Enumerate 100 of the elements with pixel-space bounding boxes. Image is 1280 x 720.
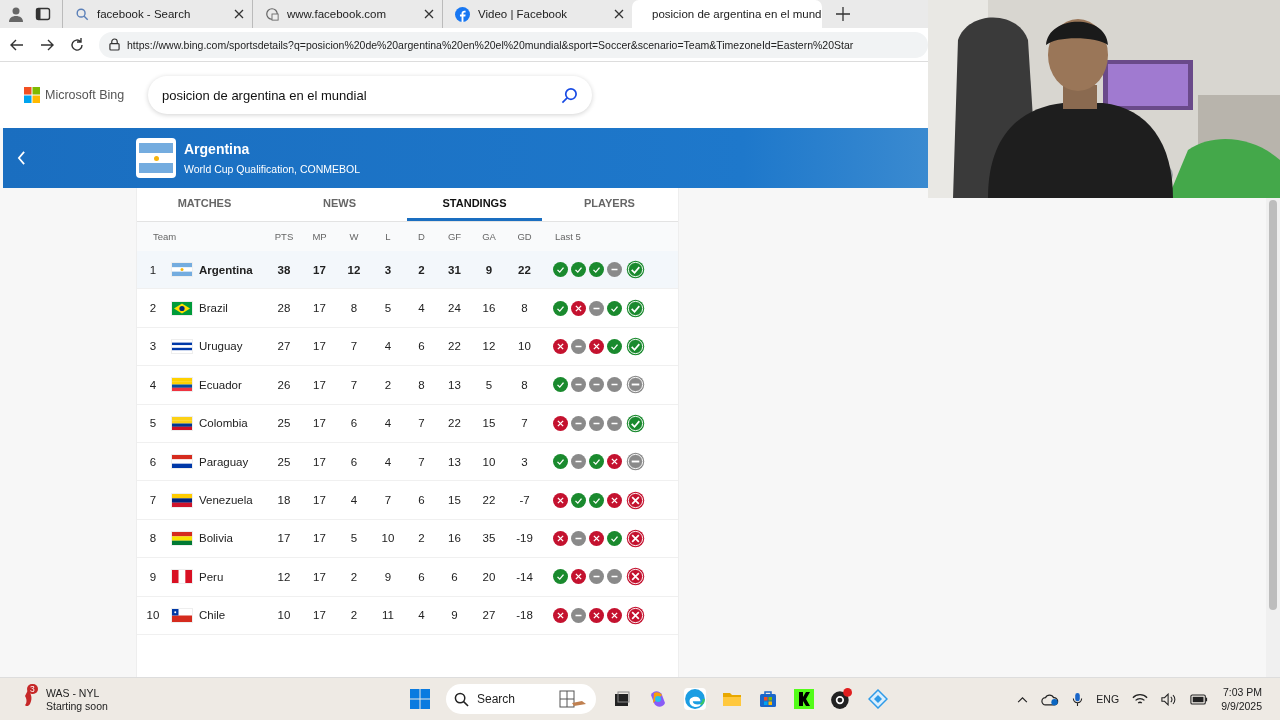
standings-row[interactable]: 4 Ecuador 26 17 7 2 8 13 5 8 — [137, 366, 678, 405]
battery-icon[interactable] — [1190, 693, 1209, 705]
standings-row[interactable]: 9 Peru 12 17 2 9 6 6 20 -14 — [137, 558, 678, 597]
table-cell-text: 17 — [312, 532, 327, 545]
flag-icon — [170, 415, 193, 431]
column-header: Last 5 — [554, 231, 582, 242]
table-cell-text: 10 — [517, 340, 532, 353]
standings-row[interactable]: 1 Argentina 38 17 12 3 2 31 9 22 — [137, 251, 678, 290]
flag-icon — [170, 454, 193, 470]
copilot-icon[interactable] — [648, 689, 668, 709]
section-tab[interactable]: MATCHES — [137, 188, 272, 221]
browser-app-icon[interactable] — [684, 688, 706, 710]
section-tab[interactable]: NEWS — [272, 188, 407, 221]
table-cell-text: 6 — [349, 455, 359, 468]
camera-app-icon[interactable] — [830, 688, 852, 710]
flag-icon — [170, 607, 193, 623]
standings-row[interactable]: 3 Uruguay 27 17 7 4 6 22 12 10 — [137, 327, 678, 367]
search-icon[interactable] — [561, 86, 578, 104]
volume-icon[interactable] — [1161, 692, 1178, 706]
team-name: Paraguay — [198, 455, 250, 468]
k-app-icon[interactable] — [794, 689, 814, 709]
bing-logo-text[interactable]: Microsoft Bing — [45, 88, 125, 102]
tab-actions-icon[interactable] — [35, 6, 51, 22]
table-cell-text: 6 — [417, 570, 426, 583]
standings-row[interactable]: 5 Colombia 25 17 6 4 7 22 15 7 — [137, 404, 678, 443]
table-cell-text: 4 — [417, 302, 426, 315]
flag-icon — [170, 377, 193, 393]
rank-number: 6 — [148, 455, 158, 468]
new-tab-icon[interactable] — [836, 7, 850, 21]
table-cell-text: 5 — [484, 378, 494, 391]
task-view-icon[interactable] — [612, 689, 632, 709]
table-cell-text: 22 — [447, 340, 462, 353]
table-cell-text: 22 — [517, 263, 532, 276]
search-field[interactable]: posicion de argentina en el mundial — [148, 76, 592, 114]
rank-number: 1 — [148, 263, 158, 276]
rank-number: 4 — [148, 378, 158, 391]
table-cell-text: 8 — [417, 378, 426, 391]
standings-row[interactable]: 2 Brazil 28 17 8 5 4 24 16 8 — [137, 289, 678, 328]
close-icon[interactable] — [424, 9, 434, 19]
flag-icon — [170, 569, 193, 585]
cloud-icon[interactable] — [1041, 692, 1060, 706]
address-bar[interactable]: https://www.bing.com/sportsdetails?q=posicion%20de%20argentina%20en%20el%20mundial&sport=Soccer&scenario=Team&TimezoneId=Eastern%20Star — [99, 31, 928, 58]
table-cell-text: 7 — [349, 340, 359, 353]
table-cell-text: 17 — [312, 378, 327, 391]
column-header: GF — [446, 231, 463, 242]
store-icon[interactable] — [758, 689, 778, 709]
table-cell-text: 22 — [481, 494, 497, 507]
language-indicator[interactable]: ENG — [1096, 693, 1120, 705]
diamond-app-icon[interactable] — [868, 689, 888, 709]
wifi-icon[interactable] — [1132, 692, 1149, 706]
rank-number: 10 — [145, 609, 161, 622]
column-header: MP — [311, 231, 328, 242]
clock-time[interactable]: 7:03 PM — [1222, 686, 1262, 698]
team-name: Chile — [198, 609, 227, 622]
flag-icon — [170, 300, 193, 316]
table-cell-text: 20 — [481, 570, 497, 583]
refresh-icon[interactable] — [69, 36, 85, 53]
browser-tab[interactable]: posicion de argentina en el mund — [632, 0, 822, 28]
table-cell-text: 6 — [349, 417, 359, 430]
column-header: GD — [516, 231, 533, 242]
column-header: PTS — [273, 231, 295, 242]
rank-number: 3 — [148, 340, 158, 353]
flag-icon — [170, 262, 193, 278]
table-cell-text: 24 — [447, 302, 462, 315]
table-cell-text: 12 — [276, 570, 292, 583]
table-cell-text: 3 — [520, 455, 529, 468]
chevron-up-icon[interactable] — [1017, 695, 1029, 703]
rank-number: 7 — [148, 494, 158, 507]
profile-icon[interactable] — [8, 6, 24, 22]
table-cell-text: 5 — [349, 532, 359, 545]
column-header: D — [417, 231, 426, 242]
notification-badge: 3 — [27, 684, 38, 694]
clock-date[interactable]: 9/9/2025 — [1221, 700, 1262, 712]
scrollbar[interactable] — [1266, 198, 1280, 677]
table-cell-text: 8 — [520, 302, 529, 315]
table-cell-text: 13 — [447, 378, 462, 391]
standings-row[interactable]: 10 Chile 10 17 2 11 4 9 27 -18 — [137, 596, 678, 635]
table-cell-text: 31 — [447, 263, 462, 276]
team-name: Ecuador — [198, 378, 243, 391]
close-icon[interactable] — [234, 9, 244, 19]
table-cell-text: 8 — [520, 378, 529, 391]
close-icon[interactable] — [614, 9, 624, 19]
column-header: L — [384, 231, 392, 242]
table-cell-text: 17 — [312, 340, 327, 353]
start-icon[interactable] — [410, 689, 430, 709]
table-cell-text: 4 — [383, 417, 393, 430]
standings-row[interactable]: 7 Venezuela 18 17 4 7 6 15 22 -7 — [137, 481, 678, 520]
taskbar-search-field[interactable]: Search — [446, 684, 596, 714]
column-header: W — [348, 231, 360, 242]
section-tab[interactable]: PLAYERS — [542, 188, 677, 221]
table-cell-text: 8 — [349, 302, 359, 315]
standings-row[interactable]: 8 Bolivia 17 17 5 10 2 16 35 -19 — [137, 519, 678, 559]
table-cell-text: 2 — [349, 609, 359, 622]
table-cell-text: 17 — [312, 609, 327, 622]
table-cell-text: 7 — [417, 455, 426, 468]
column-header: GA — [481, 231, 497, 242]
microphone-icon[interactable] — [1072, 691, 1084, 707]
table-cell-text: 3 — [383, 263, 393, 276]
rank-number: 9 — [148, 570, 158, 583]
standings-row[interactable]: 6 Paraguay 25 17 6 4 7 13 10 3 — [137, 442, 678, 482]
